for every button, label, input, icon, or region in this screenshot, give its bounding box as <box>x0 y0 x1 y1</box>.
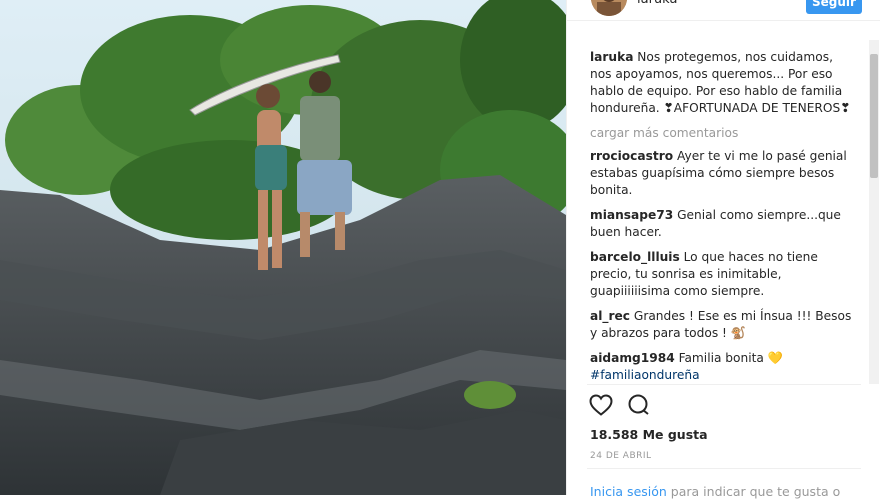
comment-item: aidamg1984 Familia bonita 💛 #familiaondu… <box>590 350 858 384</box>
post-header: laruka Seguir <box>567 0 880 21</box>
avatar[interactable] <box>591 0 627 16</box>
load-more-comments[interactable]: cargar más comentarios <box>590 125 858 142</box>
comment-username[interactable]: laruka <box>590 50 633 64</box>
likes-count[interactable]: 18.588 Me gusta <box>590 427 708 442</box>
scrollbar-thumb[interactable] <box>870 54 878 178</box>
photo-image <box>0 0 566 495</box>
post-photo[interactable] <box>0 0 566 495</box>
comments-scrollbar[interactable] <box>869 40 879 384</box>
comment-username[interactable]: aidamg1984 <box>590 351 675 365</box>
comment-item: barcelo_llluis Lo que haces no tiene pre… <box>590 249 858 300</box>
comment-item: al_rec Grandes ! Ese es mi Ínsua !!! Bes… <box>590 308 858 342</box>
caption: laruka Nos protegemos, nos cuidamos, nos… <box>590 49 858 117</box>
header-username[interactable]: laruka <box>637 0 677 7</box>
avatar-image <box>591 0 627 16</box>
comments-list: laruka Nos protegemos, nos cuidamos, nos… <box>590 49 858 392</box>
comment-icon[interactable] <box>627 394 651 420</box>
login-text: para indicar que te gusta o <box>666 484 841 499</box>
login-prompt: Inicia sesión para indicar que te gusta … <box>590 484 840 499</box>
comment-username[interactable]: al_rec <box>590 309 630 323</box>
comment-item: miansape73 Genial como siempre...que bue… <box>590 207 858 241</box>
login-link[interactable]: Inicia sesión <box>590 484 667 499</box>
hashtag-link[interactable]: #familiaondureña <box>590 368 700 382</box>
comment-text: Familia bonita 💛 <box>678 351 783 365</box>
post-sidebar: laruka Seguir laruka Nos protegemos, nos… <box>566 0 880 499</box>
comment-item: rrociocastro Ayer te vi me lo pasé genia… <box>590 148 858 199</box>
comment-text: Grandes ! Ese es mi Ínsua !!! Besos y ab… <box>590 309 852 340</box>
comment-username[interactable]: barcelo_llluis <box>590 250 680 264</box>
follow-button[interactable]: Seguir <box>806 0 862 14</box>
divider <box>587 468 861 469</box>
divider <box>587 384 861 385</box>
heart-icon[interactable] <box>589 394 613 420</box>
post-date: 24 DE ABRIL <box>590 451 652 461</box>
comment-username[interactable]: miansape73 <box>590 208 673 222</box>
comment-username[interactable]: rrociocastro <box>590 149 673 163</box>
